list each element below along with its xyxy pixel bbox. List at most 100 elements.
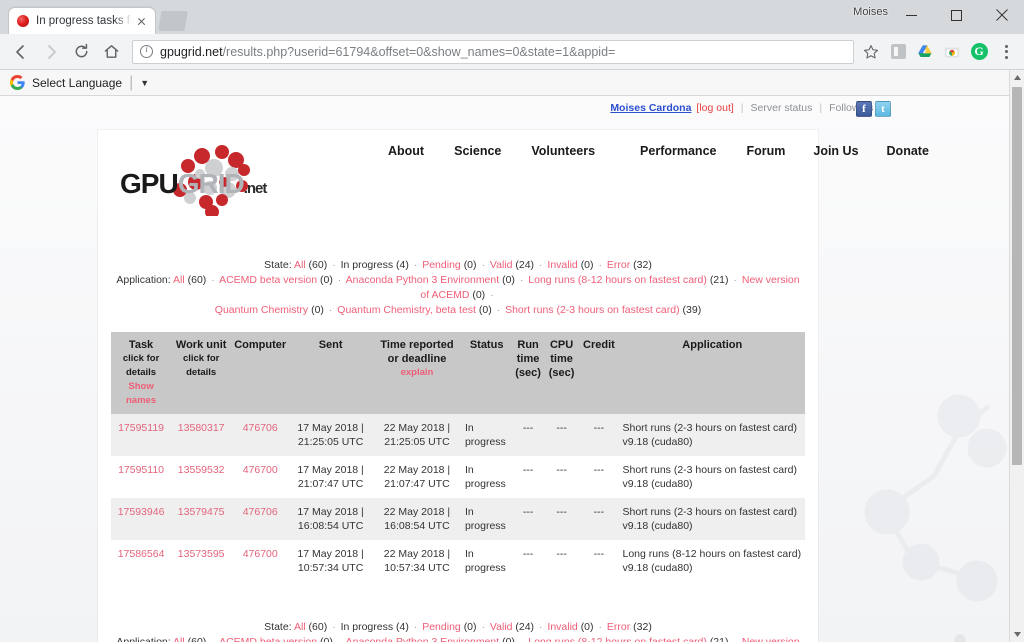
nav-item-about[interactable]: About — [388, 144, 424, 158]
column-header-task[interactable]: Task click for details Show names — [111, 332, 172, 414]
app-filter-all-top[interactable]: All — [173, 274, 185, 286]
state-filter-valid-top[interactable]: Valid — [490, 259, 513, 271]
minimize-icon[interactable] — [889, 0, 934, 30]
status-line1: In — [464, 506, 474, 518]
home-icon[interactable] — [98, 39, 124, 65]
nav-item-volunteers[interactable]: Volunteers — [531, 144, 595, 158]
chrome-menu-icon[interactable] — [996, 41, 1016, 63]
chevron-down-icon[interactable]: ▼ — [140, 78, 149, 88]
state-filter-invalid-bottom[interactable]: Invalid — [547, 621, 577, 633]
app-filter-acemd-beta-bottom[interactable]: ACEMD beta version — [219, 636, 317, 642]
table-header-row: Task click for details Show names Work u… — [111, 332, 805, 414]
filter-sep: · — [481, 621, 485, 633]
app-filter-quantum-beta-top[interactable]: Quantum Chemistry, beta test — [337, 304, 476, 316]
app-filter-quantum-top[interactable]: Quantum Chemistry — [215, 304, 308, 316]
cell-deadline: 22 May 2018 | 21:25:05 UTC — [372, 414, 462, 456]
computer-id-link[interactable]: 476706 — [243, 422, 278, 434]
translate-bar[interactable]: Select Language | ▼ — [0, 70, 1009, 96]
username-link[interactable]: Moises Cardona — [610, 102, 691, 114]
state-filter-error-bottom[interactable]: Error — [607, 621, 630, 633]
page-scrollbar[interactable] — [1009, 70, 1024, 642]
back-icon[interactable] — [8, 39, 34, 65]
address-bar[interactable]: gpugrid.net/results.php?userid=61794&off… — [132, 39, 854, 64]
column-header-application[interactable]: Application — [619, 332, 805, 414]
explain-link[interactable]: explain — [375, 366, 459, 380]
nav-item-performance[interactable]: Performance — [640, 144, 716, 158]
column-header-status[interactable]: Status — [461, 332, 512, 414]
twitter-icon[interactable]: t — [875, 101, 891, 117]
column-header-credit[interactable]: Credit — [578, 332, 620, 414]
state-filter-valid-bottom[interactable]: Valid — [490, 621, 513, 633]
state-count-invalid-bottom: (0) — [580, 621, 594, 633]
cell-computer: 476700 — [231, 540, 290, 582]
deadline-time: 10:57:34 UTC — [384, 562, 450, 574]
scroll-down-icon[interactable] — [1010, 627, 1024, 642]
state-filter-all-bottom[interactable]: All — [294, 621, 306, 633]
computer-id-link[interactable]: 476700 — [243, 464, 278, 476]
workunit-id-link[interactable]: 13559532 — [178, 464, 225, 476]
reload-icon[interactable] — [68, 39, 94, 65]
cell-credit: --- — [578, 540, 620, 582]
task-id-link[interactable]: 17595119 — [118, 422, 164, 434]
column-header-computer[interactable]: Computer — [231, 332, 290, 414]
workunit-id-link[interactable]: 13579475 — [178, 506, 225, 518]
nav-item-science[interactable]: Science — [454, 144, 501, 158]
column-header-runtime[interactable]: Run time (sec) — [511, 332, 545, 414]
state-filter-pending-bottom[interactable]: Pending — [422, 621, 461, 633]
server-status-link[interactable]: Server status — [751, 102, 813, 114]
scroll-up-icon[interactable] — [1010, 70, 1024, 85]
workunit-id-link[interactable]: 13580317 — [178, 422, 225, 434]
scrollbar-thumb[interactable] — [1012, 87, 1022, 465]
google-drive-icon[interactable] — [914, 41, 936, 63]
maximize-icon[interactable] — [934, 0, 979, 30]
sent-time: 21:07:47 UTC — [297, 478, 364, 490]
bookmark-star-icon[interactable] — [860, 41, 882, 63]
browser-tab[interactable]: In progress tasks for Mois — [8, 7, 156, 34]
nav-item-forum[interactable]: Forum — [746, 144, 785, 158]
column-header-cputime[interactable]: CPU time (sec) — [544, 332, 579, 414]
state-filter-in-progress-top[interactable]: In progress — [341, 259, 394, 271]
header-workunit-sub2: details — [186, 367, 217, 378]
site-logo[interactable]: GPUGRID.net — [116, 144, 306, 216]
sent-time: 16:08:54 UTC — [297, 520, 364, 532]
close-tab-icon[interactable] — [134, 14, 149, 29]
state-filter-all-top[interactable]: All — [294, 259, 306, 271]
show-names-link-2[interactable]: names — [114, 394, 168, 408]
cell-status: In progress — [461, 456, 512, 498]
task-id-link[interactable]: 17595110 — [118, 464, 164, 476]
column-header-sent[interactable]: Sent — [289, 332, 373, 414]
app-filter-short-runs-top[interactable]: Short runs (2-3 hours on fastest card) — [505, 304, 680, 316]
state-filter-pending-top[interactable]: Pending — [422, 259, 461, 271]
state-filter-invalid-top[interactable]: Invalid — [547, 259, 577, 271]
state-filter-in-progress-bottom[interactable]: In progress — [341, 621, 394, 633]
app-filter-anaconda-bottom[interactable]: Anaconda Python 3 Environment — [346, 636, 500, 642]
new-tab-button[interactable] — [158, 11, 188, 31]
filter-sep: · — [337, 636, 342, 642]
page-info-icon[interactable] — [140, 44, 153, 58]
chrome-app-icon[interactable] — [941, 41, 963, 63]
sent-date: 17 May 2018 | — [297, 548, 364, 560]
app-filter-long-runs-bottom[interactable]: Long runs (8-12 hours on fastest card) — [528, 636, 707, 642]
extension-generic-icon[interactable] — [887, 41, 909, 63]
computer-id-link[interactable]: 476706 — [243, 506, 278, 518]
nav-item-donate[interactable]: Donate — [887, 144, 929, 158]
task-id-link[interactable]: 17593946 — [118, 506, 165, 518]
logout-link[interactable]: [log out] — [696, 102, 733, 114]
deadline-time: 16:08:54 UTC — [384, 520, 450, 532]
app-filter-acemd-beta-top[interactable]: ACEMD beta version — [219, 274, 317, 286]
app-filter-all-bottom[interactable]: All — [173, 636, 185, 642]
task-id-link[interactable]: 17586564 — [118, 548, 165, 560]
facebook-icon[interactable]: f — [856, 101, 872, 117]
app-filter-anaconda-top[interactable]: Anaconda Python 3 Environment — [346, 274, 500, 286]
show-names-link-1[interactable]: Show — [114, 380, 168, 394]
workunit-id-link[interactable]: 13573595 — [178, 548, 225, 560]
state-filter-error-top[interactable]: Error — [607, 259, 630, 271]
computer-id-link[interactable]: 476700 — [243, 548, 278, 560]
nav-item-join-us[interactable]: Join Us — [813, 144, 858, 158]
column-header-workunit[interactable]: Work unit click for details — [171, 332, 232, 414]
app-filter-long-runs-top[interactable]: Long runs (8-12 hours on fastest card) — [528, 274, 707, 286]
filter-sep: · — [481, 259, 485, 271]
column-header-time-reported[interactable]: Time reported or deadline explain — [372, 332, 462, 414]
grammarly-icon[interactable]: G — [968, 41, 990, 63]
close-window-icon[interactable] — [979, 0, 1024, 30]
